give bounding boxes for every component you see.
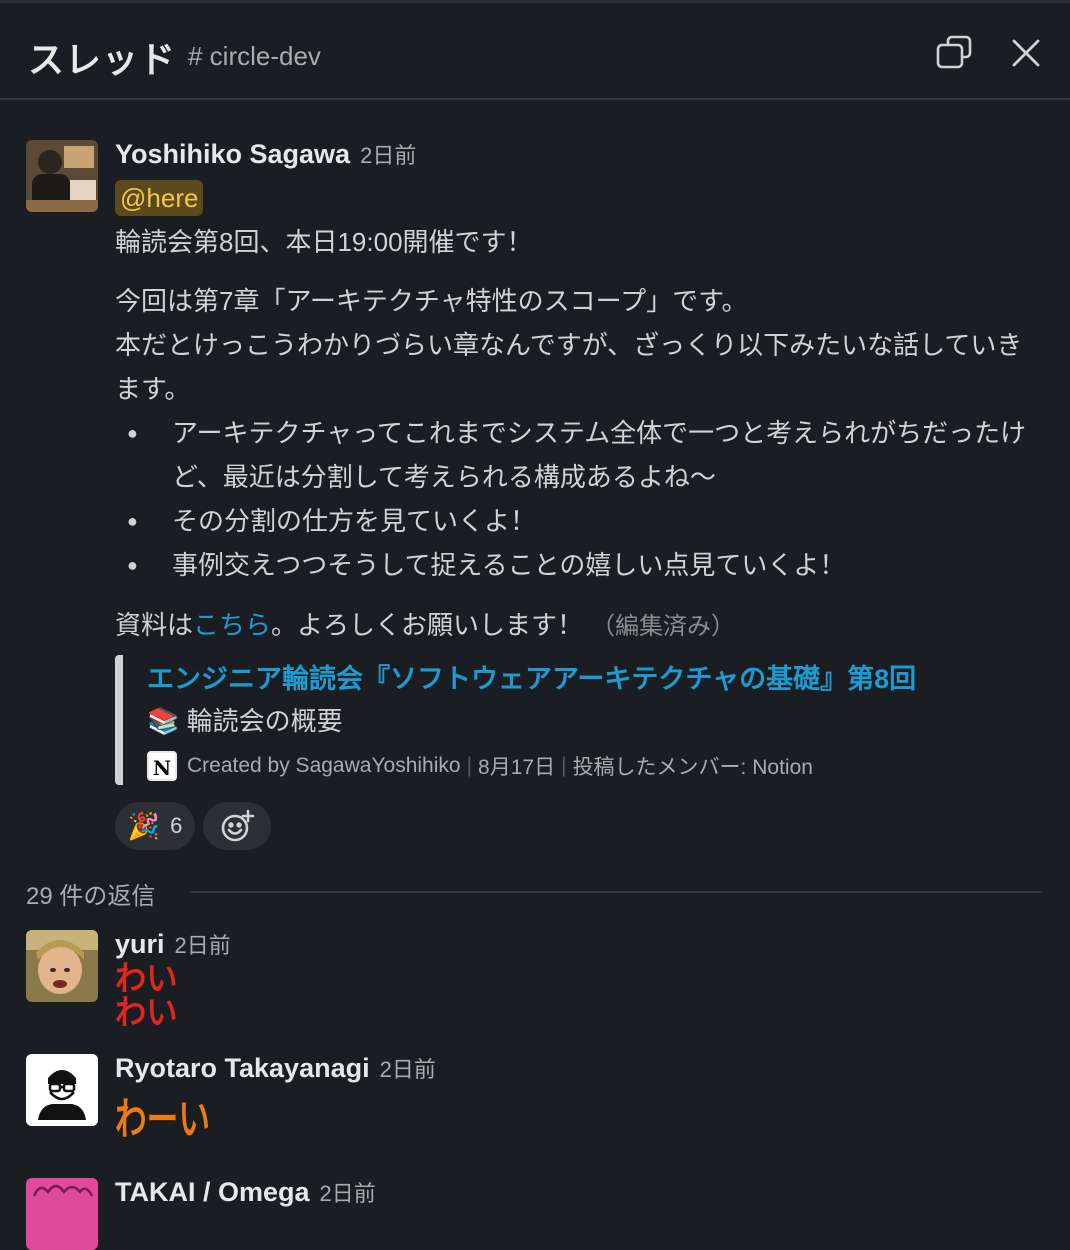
author-name[interactable]: Ryotaro Takayanagi [115, 1053, 370, 1083]
here-mention[interactable]: @here [115, 180, 204, 216]
avatar[interactable] [26, 1178, 98, 1250]
unfurl-date: 8月17日 [478, 756, 556, 779]
message-paragraph: 今回は第7章「アーキテクチャ特性のスコープ」です。 本だとけっこうわかりづらい章… [115, 279, 1045, 587]
replies-count: 29 件の返信 [26, 883, 156, 910]
add-reaction-button[interactable] [203, 802, 271, 850]
resources-link[interactable]: こちら [193, 610, 271, 640]
waai-stamp: わーい [115, 1094, 211, 1145]
bullet-list: アーキテクチャってこれまでシステム全体で一つと考えられがちだったけど、最近は分割… [115, 411, 1045, 587]
channel-link[interactable]: # circle-dev [188, 41, 321, 72]
author-name[interactable]: Yoshihiko Sagawa [115, 139, 350, 169]
bullet-item: 事例交えつつそうして捉えることの嬉しい点見ていくよ！ [115, 543, 1045, 587]
reaction-party[interactable]: 🎉 6 [115, 802, 195, 850]
avatar[interactable] [26, 1054, 98, 1126]
author-name[interactable]: yuri [115, 929, 165, 959]
party-popper-icon: 🎉 [127, 810, 161, 841]
popout-icon[interactable] [932, 31, 976, 75]
close-icon[interactable] [1004, 31, 1048, 75]
paragraph-line: 今回は第7章「アーキテクチャ特性のスコープ」です。 [115, 286, 748, 316]
message-author[interactable]: Yoshihiko Sagawa 2日前 [115, 138, 416, 170]
message-timestamp[interactable]: 2日前 [380, 1057, 436, 1082]
paragraph-line: 本だとけっこうわかりづらい章なんですが、ざっくり以下みたいな話していきます。 [115, 330, 1023, 404]
reaction-count: 6 [170, 813, 183, 838]
unfurl-description: 📚 輪読会の概要 [147, 701, 343, 738]
message-author[interactable]: TAKAI / Omega 2日前 [115, 1176, 376, 1208]
message-line1: 輪読会第8回、本日19:00開催です！ [115, 227, 533, 257]
resources-prefix: 資料は [115, 610, 194, 640]
unfurl-created-by: Created by SagawaYoshihiko [187, 754, 461, 777]
link-unfurl: エンジニア輪読会『ソフトウェアアーキテクチャの基礎』第8回 📚 輪読会の概要 N… [115, 655, 1015, 785]
message-timestamp[interactable]: 2日前 [175, 933, 231, 958]
message-author[interactable]: yuri 2日前 [115, 928, 231, 960]
avatar[interactable] [26, 930, 98, 1002]
message-author[interactable]: Ryotaro Takayanagi 2日前 [115, 1052, 436, 1084]
thread-header: スレッド # circle-dev [0, 3, 1070, 100]
edited-label: （編集済み） [591, 613, 736, 640]
bullet-item: アーキテクチャってこれまでシステム全体で一つと考えられがちだったけど、最近は分割… [115, 411, 1045, 499]
thread-title: スレッド [28, 39, 177, 80]
divider: | [561, 754, 567, 777]
add-emoji-icon [221, 809, 255, 842]
unfurl-desc-text: 輪読会の概要 [186, 706, 343, 736]
here-mention-wrap: @here [115, 180, 204, 216]
unfurl-posted-by: 投稿したメンバー: Notion [572, 756, 813, 779]
waiwai-stamp: わい わい [115, 959, 178, 1033]
bullet-item: その分割の仕方を見ていくよ！ [115, 499, 1045, 543]
avatar[interactable] [26, 140, 98, 212]
resources-line: 資料はこちら。よろしくお願いします！ （編集済み） [115, 603, 1045, 649]
message-timestamp[interactable]: 2日前 [360, 143, 416, 168]
unfurl-title[interactable]: エンジニア輪読会『ソフトウェアアーキテクチャの基礎』第8回 [147, 657, 916, 696]
books-icon: 📚 [147, 706, 180, 736]
notion-logo-icon: N [147, 751, 177, 781]
resources-suffix: 。よろしくお願いします！ [271, 610, 584, 640]
author-name[interactable]: TAKAI / Omega [115, 1177, 310, 1207]
replies-divider [190, 891, 1042, 893]
unfurl-meta: N Created by SagawaYoshihiko | 8月17日 | 投… [147, 751, 813, 781]
message-timestamp[interactable]: 2日前 [320, 1181, 376, 1206]
divider: | [466, 754, 473, 777]
